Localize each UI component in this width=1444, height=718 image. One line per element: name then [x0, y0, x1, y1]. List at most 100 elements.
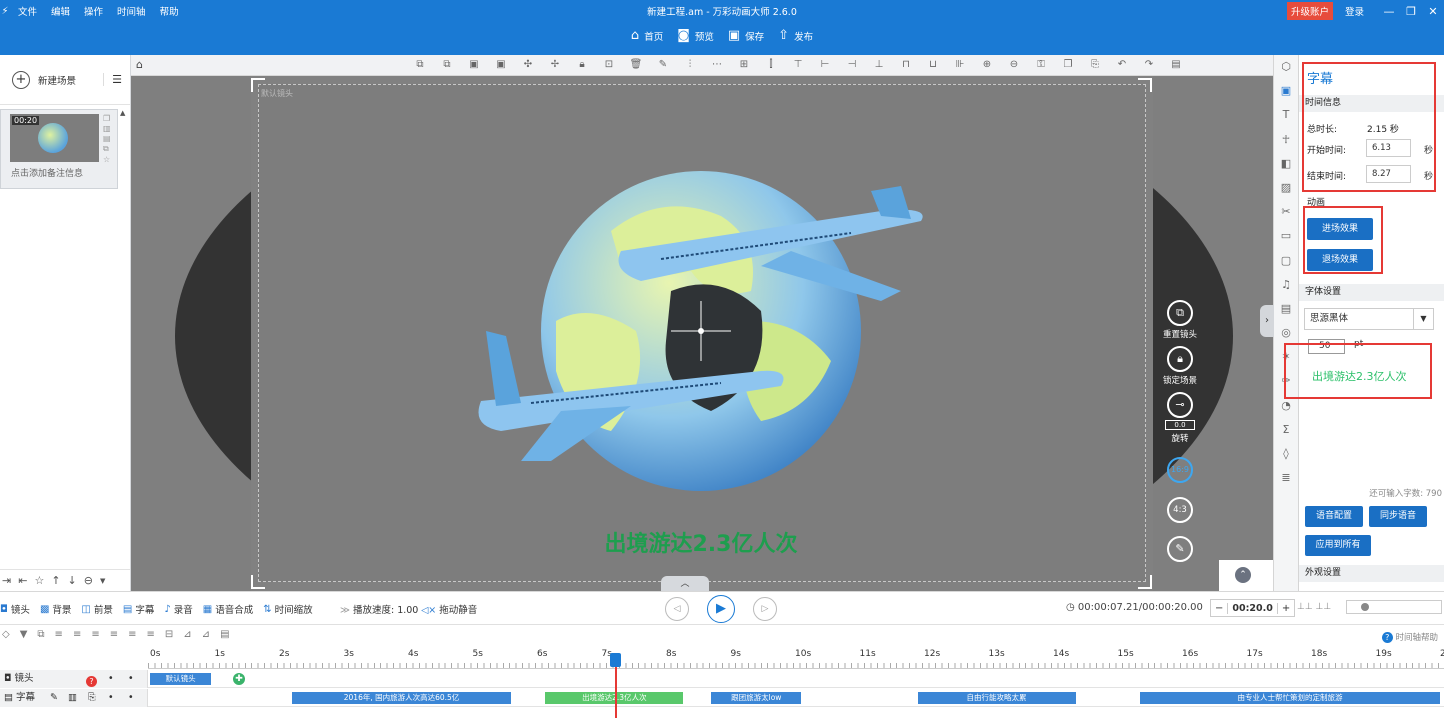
- diamond-tool-icon[interactable]: ◇: [2, 629, 10, 640]
- end-time-input[interactable]: 8.27: [1366, 165, 1411, 183]
- bring-front-icon[interactable]: ▣: [467, 59, 481, 70]
- ratio-16-9-control[interactable]: 16:9: [1165, 457, 1195, 483]
- start-time-input[interactable]: 6.13: [1366, 139, 1411, 157]
- zoom-out-icon[interactable]: ⊖: [1007, 59, 1021, 70]
- snap-icon[interactable]: ⊥⊥ ⊥⊥: [1297, 602, 1331, 612]
- font-size-stepper[interactable]: 50: [1308, 339, 1345, 354]
- music-icon[interactable]: ♫: [1274, 273, 1298, 297]
- align-hcenter-icon[interactable]: ⋯: [710, 59, 724, 70]
- move-down-icon[interactable]: ↓: [68, 574, 77, 587]
- character-tool-icon[interactable]: ☥: [1274, 128, 1298, 152]
- playback-speed[interactable]: ≫ 播放速度: 1.00: [340, 602, 418, 616]
- align-baseline-icon[interactable]: ⊔: [926, 59, 940, 70]
- timeline-clip[interactable]: 2016年, 国内旅游人次高达60.5亿: [291, 692, 512, 704]
- delete-scene-icon[interactable]: ▥: [103, 124, 111, 133]
- lock-scene-icon[interactable]: 🔒︎: [1167, 346, 1193, 372]
- picture-tool-icon[interactable]: ▨: [1274, 176, 1298, 200]
- font-unit-select[interactable]: pt: [1354, 339, 1363, 349]
- enter-effect-button[interactable]: 进场效果: [1307, 218, 1373, 240]
- align-tool-icon[interactable]: ≡: [110, 629, 118, 640]
- save-button[interactable]: ▣ 保存: [728, 28, 764, 43]
- multi-select-icon[interactable]: ⧉: [37, 629, 44, 640]
- pen-icon[interactable]: ✑: [1274, 369, 1298, 393]
- navigator-icon[interactable]: ⌃: [1235, 567, 1251, 583]
- timeline-zoom-slider[interactable]: [1346, 600, 1442, 614]
- speech-bubble-icon[interactable]: ▭: [1274, 224, 1298, 248]
- sync-voice-button[interactable]: 同步语音: [1369, 506, 1427, 527]
- login-button[interactable]: 登录: [1345, 4, 1364, 18]
- rotate-control[interactable]: ⊸ 0.0 旋转: [1165, 392, 1195, 444]
- copy-icon[interactable]: ⎘: [88, 689, 96, 707]
- ratio-16-9-button[interactable]: 16:9: [1167, 457, 1193, 483]
- redo-icon[interactable]: ↷: [1142, 59, 1156, 70]
- group-icon[interactable]: ✣: [521, 59, 535, 70]
- scene-note[interactable]: 点击添加备注信息: [11, 166, 83, 179]
- scroll-up-icon[interactable]: ▲: [120, 109, 125, 117]
- add-key-icon[interactable]: ✚: [233, 673, 245, 685]
- expand-arrow-icon[interactable]: ›: [1260, 305, 1274, 337]
- preview-button[interactable]: ◙ 预览: [677, 28, 714, 43]
- draw-icon[interactable]: ✎: [1167, 536, 1193, 562]
- shape-tool-icon[interactable]: ⬡: [1274, 55, 1298, 79]
- filter-icon[interactable]: ▼: [20, 629, 28, 640]
- voice-config-button[interactable]: 语音配置: [1305, 506, 1363, 527]
- send-backward-icon[interactable]: ⧉: [440, 59, 454, 70]
- descend-icon[interactable]: ⊿: [202, 629, 210, 640]
- tab-time-scale[interactable]: ⇅ 时间缩放: [263, 602, 312, 617]
- chart-icon[interactable]: ◔: [1274, 394, 1298, 418]
- image-tool-icon[interactable]: ▣: [1274, 79, 1298, 103]
- dropdown-icon[interactable]: ▼: [100, 577, 105, 585]
- import-icon[interactable]: ⇥: [2, 574, 11, 587]
- zoom-value-input[interactable]: 00:20.0: [1227, 602, 1278, 614]
- favorite-icon[interactable]: ☆: [34, 574, 44, 587]
- mini-navigator[interactable]: ⌃: [1219, 560, 1273, 591]
- exit-effect-button[interactable]: 退场效果: [1307, 249, 1373, 271]
- track-header[interactable]: ◘ 镜头 ? • •: [0, 670, 148, 688]
- prev-frame-button[interactable]: ◁: [665, 597, 689, 621]
- rotate-icon[interactable]: ⊸: [1167, 392, 1193, 418]
- delete-icon[interactable]: ▥: [68, 689, 77, 707]
- dist-h-icon[interactable]: ⊪: [953, 59, 967, 70]
- stack-icon[interactable]: ≣: [1274, 466, 1298, 490]
- copy-icon[interactable]: ❐: [1061, 59, 1075, 70]
- apply-all-button[interactable]: 应用到所有: [1305, 535, 1371, 556]
- zoom-minus-button[interactable]: −: [1211, 603, 1227, 614]
- scene-list-icon[interactable]: ☰: [103, 73, 122, 86]
- star-scene-icon[interactable]: ☆: [103, 155, 111, 164]
- play-button[interactable]: ▶: [707, 595, 735, 623]
- distribute-icon[interactable]: ⊞: [737, 59, 751, 70]
- subtitle-text-editor[interactable]: 出境游达2.3亿人次: [1312, 368, 1407, 384]
- align-tool-icon[interactable]: ≡: [128, 629, 136, 640]
- align-tool-icon[interactable]: ≡: [91, 629, 99, 640]
- home-button[interactable]: ⌂ 首页: [631, 28, 663, 43]
- align-mid-icon[interactable]: ⊥: [872, 59, 886, 70]
- tab-camera[interactable]: ◘ 镜头: [0, 602, 30, 617]
- zoom-in-icon[interactable]: ⊕: [980, 59, 994, 70]
- ratio-4-3-button[interactable]: 4:3: [1167, 497, 1193, 523]
- film-icon[interactable]: ▤: [1274, 297, 1298, 321]
- split-scene-icon[interactable]: ▤: [103, 134, 111, 143]
- rotate-value[interactable]: 0.0: [1165, 420, 1195, 430]
- upgrade-button[interactable]: 升级账户: [1286, 2, 1333, 20]
- effect-icon[interactable]: ✶: [1274, 345, 1298, 369]
- trash-icon[interactable]: 🗑︎: [629, 59, 643, 70]
- copy-scene-icon[interactable]: ❐: [103, 114, 111, 123]
- send-back-icon[interactable]: ▣: [494, 59, 508, 70]
- timeline-clip[interactable]: 跟团旅游太low: [711, 692, 802, 704]
- screen-icon[interactable]: ▤: [1169, 59, 1183, 70]
- canvas-home-icon[interactable]: ⌂: [136, 58, 143, 71]
- ratio-4-3-control[interactable]: 4:3: [1165, 497, 1195, 523]
- add-scene-icon[interactable]: +: [12, 70, 30, 89]
- crop-icon[interactable]: ⊡: [602, 59, 616, 70]
- media-tool-icon[interactable]: ◧: [1274, 152, 1298, 176]
- new-scene-button[interactable]: 新建场景: [38, 73, 76, 87]
- zoom-plus-button[interactable]: +: [1278, 603, 1294, 614]
- align-tool-icon[interactable]: ≡: [73, 629, 81, 640]
- page-icon[interactable]: ▤: [220, 629, 229, 640]
- track-header[interactable]: ▤ 字幕 ✎ ▥ ⎘ • •: [0, 689, 148, 707]
- slider-knob[interactable]: [1361, 603, 1369, 611]
- canvas-subtitle[interactable]: 出境游达2.3亿人次: [551, 526, 851, 558]
- stack-tool-icon[interactable]: ⊟: [165, 629, 173, 640]
- collapse-chevron-icon[interactable]: ︿: [661, 576, 709, 591]
- reset-camera-icon[interactable]: ⧉: [1167, 300, 1193, 326]
